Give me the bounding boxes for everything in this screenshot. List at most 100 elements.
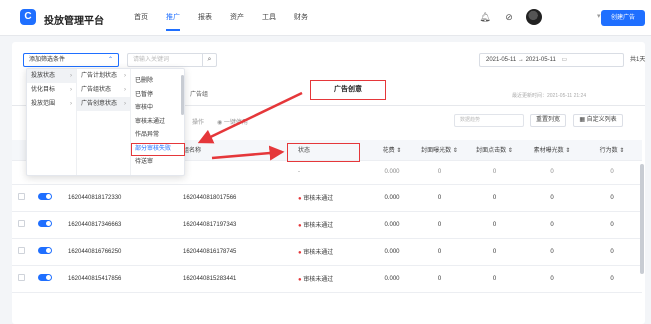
cascader-option[interactable]: 已删除 <box>131 75 185 89</box>
cascader-option[interactable]: 投放状态 › <box>27 69 76 83</box>
cascader-option[interactable]: 优化目标 › <box>27 83 76 97</box>
row-actions: 0 <box>582 265 642 293</box>
header-material-impressions[interactable]: 素材曝光数 ⇕ <box>522 140 582 161</box>
table-row[interactable]: 1620440815417856 1620440815283441 ● 审核未通… <box>12 265 642 293</box>
cascader-option-partial-review-failed[interactable]: 部分审核失败 <box>131 142 185 156</box>
row-spend: 0.000 <box>372 265 412 293</box>
cascader-option[interactable]: 广告组状态 › <box>77 83 130 97</box>
add-filter-select[interactable]: 添加筛选条件 ⌃ <box>23 53 119 67</box>
chevron-up-icon: ⌃ <box>107 57 113 63</box>
row-actions: 0 <box>582 211 642 239</box>
batch-action-select[interactable]: 操作 <box>192 117 204 126</box>
cascader-option[interactable]: 审核中 <box>131 102 185 116</box>
cascader-scrollbar[interactable] <box>181 75 184 115</box>
cascader-option-label: 广告组状态 <box>81 87 112 93</box>
row-checkbox[interactable] <box>18 247 25 254</box>
tab-adgroup[interactable]: 广告组 <box>190 84 208 106</box>
cascader-option[interactable]: 广告计划状态 › <box>77 69 130 83</box>
nav-tools[interactable]: 工具 <box>262 0 276 36</box>
row-group: 1620440817197343 <box>177 211 292 239</box>
data-trend-select[interactable]: 数据趋势 <box>454 114 524 127</box>
cascader-option[interactable]: 审核未通过 <box>131 116 185 130</box>
summary-actions: 0 <box>582 160 642 185</box>
cascader-option[interactable]: 待送审 <box>131 156 185 170</box>
row-material-impressions: 0 <box>522 265 582 293</box>
row-material-impressions: 0 <box>522 184 582 212</box>
row-status-text: 审核未通过 <box>303 196 334 202</box>
cascader-option-label: 广告创意状态 <box>81 101 118 107</box>
cascader-option[interactable]: 广告创意状态 › <box>77 97 130 111</box>
help-icon[interactable]: ⊘ <box>502 10 516 24</box>
chevron-right-icon: › <box>70 73 72 79</box>
date-range-picker[interactable]: 2021-05-11 → 2021-05-11 ▭ <box>479 53 624 67</box>
add-filter-label: 添加筛选条件 <box>29 57 66 63</box>
cascader-column-1: 投放状态 › 优化目标 › 投放范围 › <box>27 69 77 175</box>
row-id: 1620440816766250 <box>62 238 177 266</box>
nav-finance[interactable]: 财务 <box>294 0 308 36</box>
row-toggle[interactable] <box>38 247 52 254</box>
row-checkbox[interactable] <box>18 220 25 227</box>
header-cover-clicks[interactable]: 封面点击数 ⇕ <box>467 140 522 161</box>
row-group: 1620440816178745 <box>177 238 292 266</box>
app-logo: C <box>20 9 36 25</box>
row-actions: 0 <box>582 184 642 212</box>
row-cover-impressions: 0 <box>412 265 467 293</box>
table-scrollbar[interactable] <box>640 164 644 274</box>
search-placeholder: 请输入关键词 <box>133 57 170 63</box>
row-toggle[interactable] <box>38 220 52 227</box>
summary-material-impressions: 0 <box>522 160 582 185</box>
cascader-option-label: 投放范围 <box>31 101 56 107</box>
chevron-right-icon: › <box>124 87 126 93</box>
avatar[interactable] <box>526 9 542 25</box>
chevron-right-icon: › <box>70 101 72 107</box>
row-cover-clicks: 0 <box>467 265 522 293</box>
cascader-column-2: 广告计划状态 › 广告组状态 › 广告创意状态 › <box>77 69 131 175</box>
row-group: 1620440815283441 <box>177 265 292 293</box>
status-dot-icon: ● <box>298 250 302 256</box>
summary-name: - <box>177 160 292 185</box>
last-update-time: 最近更新时间：2021-05-11 21:24 <box>512 93 587 99</box>
search-input[interactable]: 请输入关键词 ⌕ <box>127 53 217 67</box>
row-status-text: 审核未通过 <box>303 223 334 229</box>
row-spend: 0.000 <box>372 184 412 212</box>
row-checkbox[interactable] <box>18 274 25 281</box>
user-menu-caret-icon[interactable]: ▾ <box>597 12 601 20</box>
custom-list-button[interactable]: ▦ 自定义列表 <box>573 114 623 127</box>
table-row[interactable]: 1620440818172330 1620440818017566 ● 审核未通… <box>12 184 642 212</box>
header-cover-impressions[interactable]: 封面曝光数 ⇕ <box>412 140 467 161</box>
header-group-name: 组名称 <box>177 140 292 161</box>
row-status: ● 审核未通过 <box>292 184 372 212</box>
date-range-value: 2021-05-11 → 2021-05-11 <box>486 57 556 63</box>
nav-reports[interactable]: 报表 <box>198 0 212 36</box>
row-toggle[interactable] <box>38 193 52 200</box>
row-material-impressions: 0 <box>522 211 582 239</box>
nav-home[interactable]: 首页 <box>134 0 148 36</box>
row-status: ● 审核未通过 <box>292 211 372 239</box>
main-nav: 首页 推广 报表 资产 工具 财务 <box>134 0 308 36</box>
header-actions[interactable]: 行为数 ⇕ <box>582 140 642 161</box>
status-dot-icon: ● <box>298 223 302 229</box>
row-checkbox[interactable] <box>18 193 25 200</box>
reset-column-width-button[interactable]: 重置列宽 <box>530 114 566 127</box>
row-status: ● 审核未通过 <box>292 265 372 293</box>
bell-icon[interactable]: 🔔︎ <box>478 10 492 24</box>
row-cover-clicks: 0 <box>467 238 522 266</box>
status-dot-icon: ● <box>298 277 302 283</box>
batch-disable-button[interactable]: ◉ 一键停用 <box>217 117 248 126</box>
table-row[interactable]: 1620440816766250 1620440816178745 ● 审核未通… <box>12 238 642 266</box>
row-status-text: 审核未通过 <box>303 277 334 283</box>
table-row[interactable]: 1620440817346663 1620440817197343 ● 审核未通… <box>12 211 642 239</box>
search-icon[interactable]: ⌕ <box>202 53 216 67</box>
nav-promotion[interactable]: 推广 <box>166 0 180 36</box>
header-spend[interactable]: 花费 ⇕ <box>372 140 412 161</box>
nav-assets[interactable]: 资产 <box>230 0 244 36</box>
row-cover-clicks: 0 <box>467 211 522 239</box>
cascader-option[interactable]: 投放范围 › <box>27 97 76 111</box>
calendar-icon: ▭ <box>561 57 568 63</box>
cascader-option[interactable]: 作品异常 <box>131 129 185 143</box>
create-ad-button[interactable]: 创建广告 <box>601 10 645 26</box>
row-toggle[interactable] <box>38 274 52 281</box>
cascader-option[interactable]: 已暂停 <box>131 89 185 103</box>
cascader-option-label: 投放状态 <box>31 73 56 79</box>
filter-cascader-dropdown: 投放状态 › 优化目标 › 投放范围 › 广告计划状态 › 广告组状态 › 广告创意状态 ›… <box>26 68 185 176</box>
